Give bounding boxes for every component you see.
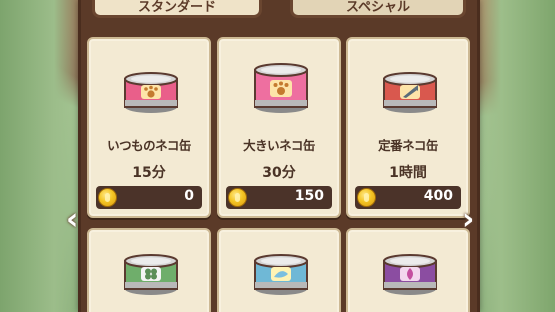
price-bar: 0 — [96, 186, 202, 209]
item-price: 400 — [423, 188, 453, 204]
coin-icon — [228, 188, 247, 207]
price-bar: 400 — [355, 186, 461, 209]
shop-item-card[interactable]: 定番ネコ缶 1時間 400 — [346, 37, 470, 218]
cat-food-can-purple-icon — [383, 254, 437, 295]
cat-food-can-blue-icon — [254, 254, 308, 295]
background-grass-left — [0, 0, 90, 312]
cat-food-can-icon — [124, 72, 178, 113]
item-name: 大きいネコ缶 — [243, 138, 315, 153]
cat-food-can-clover-icon — [124, 254, 178, 295]
item-price: 0 — [184, 188, 194, 204]
shop-item-card[interactable]: いつものネコ缶 15分 0 — [87, 37, 211, 218]
shop-item-card[interactable] — [217, 228, 341, 312]
item-duration: 15分 — [132, 165, 166, 181]
item-price: 150 — [294, 188, 324, 204]
chevron-left-icon[interactable]: ‹ — [66, 205, 88, 235]
coin-icon — [357, 188, 376, 207]
item-name: いつものネコ缶 — [107, 138, 191, 153]
shop-item-card[interactable] — [87, 228, 211, 312]
cat-food-can-large-icon — [254, 63, 308, 113]
coin-icon — [98, 188, 117, 207]
item-duration: 30分 — [262, 165, 296, 181]
chevron-right-icon[interactable]: › — [462, 205, 484, 235]
price-bar: 150 — [226, 186, 332, 209]
shop-item-card[interactable] — [346, 228, 470, 312]
cat-food-can-fish-icon — [383, 72, 437, 113]
shop-item-card[interactable]: 大きいネコ缶 30分 150 — [217, 37, 341, 218]
tab-standard[interactable]: スタンダード — [92, 0, 262, 18]
item-duration: 1時間 — [389, 165, 427, 181]
tab-special[interactable]: スペシャル — [290, 0, 466, 18]
item-name: 定番ネコ缶 — [378, 138, 438, 153]
